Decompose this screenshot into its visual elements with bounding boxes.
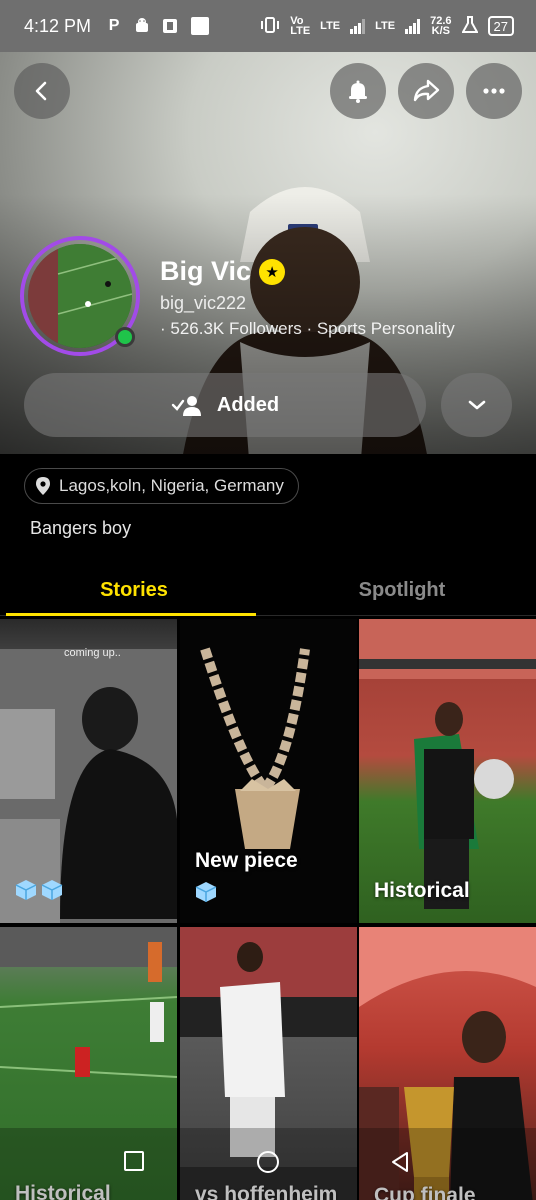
story-label: Historical xyxy=(374,879,470,902)
lte-label-2: LTE xyxy=(375,20,396,32)
cube-icons xyxy=(15,879,63,901)
home-circle-icon[interactable] xyxy=(256,1150,280,1174)
flask-icon xyxy=(460,15,479,37)
share-button[interactable] xyxy=(398,63,454,119)
chevron-down-icon xyxy=(468,400,485,410)
cube-icons xyxy=(195,881,217,903)
active-tab-indicator xyxy=(6,613,256,616)
location-pin-icon xyxy=(36,477,50,495)
story-tile[interactable]: New piece xyxy=(180,619,357,923)
p-icon: P xyxy=(108,17,120,34)
vibrate-icon xyxy=(260,16,280,37)
square-icon xyxy=(191,17,210,35)
net-speed: 72.6 K/S xyxy=(430,15,452,37)
volte-label: Vo LTE xyxy=(290,15,311,37)
cube-icon xyxy=(41,879,63,901)
content-tabs: Stories Spotlight xyxy=(0,564,536,616)
recents-square-icon[interactable] xyxy=(123,1150,145,1172)
added-button[interactable]: Added xyxy=(24,373,426,437)
cube-icon xyxy=(195,881,217,903)
status-time: 4:12 PM xyxy=(24,15,92,36)
star-badge-icon: ★ xyxy=(259,258,286,285)
tab-stories[interactable]: Stories xyxy=(0,564,268,616)
back-button[interactable] xyxy=(14,63,70,119)
more-dots-icon xyxy=(483,88,505,94)
share-arrow-icon xyxy=(413,79,440,102)
signal-2-icon xyxy=(405,18,421,34)
office-icon xyxy=(159,15,181,37)
bell-icon xyxy=(349,80,367,103)
cube-icon xyxy=(15,879,37,901)
notifications-button[interactable] xyxy=(330,63,386,119)
profile-bio: Bangers boy xyxy=(30,518,132,538)
tab-spotlight[interactable]: Spotlight xyxy=(268,564,536,616)
options-dropdown-button[interactable] xyxy=(441,373,512,437)
story-label: New piece xyxy=(195,849,298,872)
signal-1-icon xyxy=(350,18,366,34)
more-options-button[interactable] xyxy=(466,63,522,119)
story-tile[interactable]: coming up.. xyxy=(0,619,177,923)
profile-name-text: Big Vic xyxy=(160,256,252,286)
profile-meta: · 526.3K Followers · Sports Personality xyxy=(160,319,455,338)
location-text: Lagos,koln, Nigeria, Germany xyxy=(59,476,284,495)
added-user-icon xyxy=(171,396,201,416)
chevron-left-icon xyxy=(35,81,47,101)
story-tile[interactable]: Historical xyxy=(359,619,536,923)
location-chip[interactable]: Lagos,koln, Nigeria, Germany xyxy=(24,468,299,504)
lte-label-1: LTE xyxy=(320,20,341,32)
profile-name: Big Vic ★ xyxy=(160,256,286,287)
android-icon xyxy=(131,15,153,37)
added-label: Added xyxy=(216,393,280,416)
profile-username: big_vic222 xyxy=(160,293,247,313)
back-triangle-icon[interactable] xyxy=(389,1150,411,1174)
battery-indicator: 27 xyxy=(487,16,514,36)
status-bar: 4:12 PM P Vo LTE LTE LTE 72.6 K/S 27 xyxy=(0,0,536,52)
online-status-dot xyxy=(115,327,135,347)
story-caption: coming up.. xyxy=(64,647,121,659)
